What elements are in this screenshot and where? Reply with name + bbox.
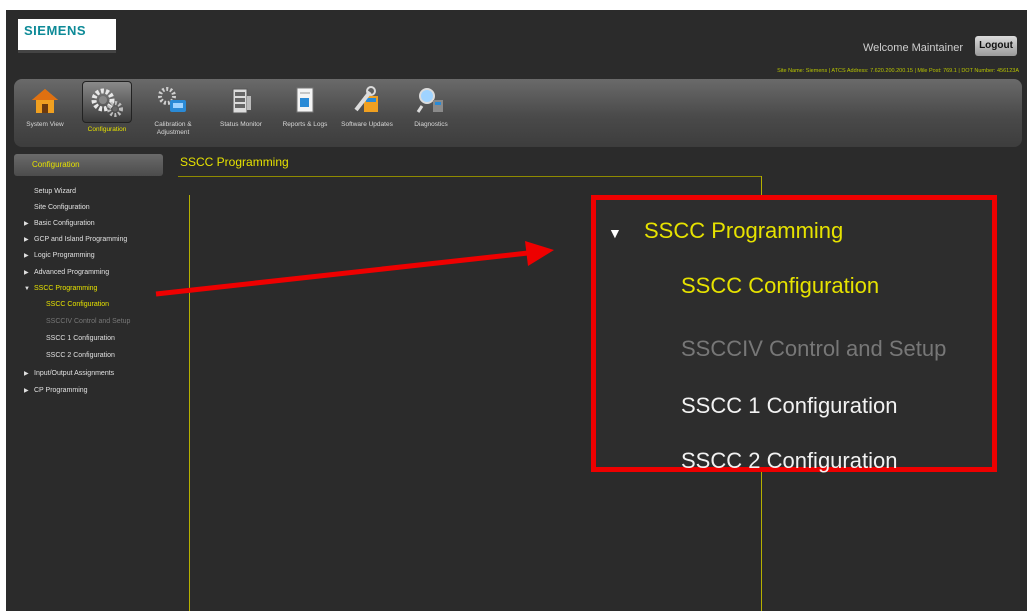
app-window: SIEMENS Welcome Maintainer Logout Site N… [6,10,1027,611]
pointer-arrow [155,241,554,297]
